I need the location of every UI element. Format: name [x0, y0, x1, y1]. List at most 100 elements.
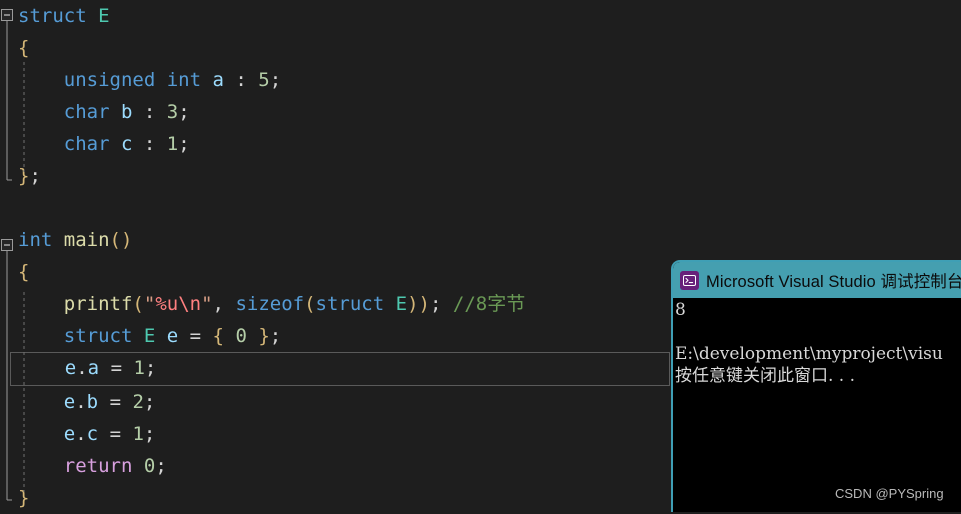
code-token: 1 — [133, 357, 145, 379]
code-line[interactable]: char b : 3; — [0, 96, 961, 128]
code-line-text: char b : 3; — [18, 96, 190, 128]
console-titlebar[interactable]: Microsoft Visual Studio 调试控制台 — [673, 262, 961, 298]
code-token: = — [98, 391, 133, 413]
code-line-text: e.b = 2; — [18, 386, 156, 418]
code-token: e — [63, 391, 76, 413]
code-token: ; — [143, 423, 156, 445]
code-token: E — [143, 325, 156, 347]
code-token: //8字节 — [452, 293, 526, 315]
code-token: ; — [143, 391, 156, 413]
code-token: } — [246, 325, 270, 347]
code-token: { — [18, 261, 30, 283]
code-token: main — [63, 229, 110, 251]
code-token: e — [166, 325, 179, 347]
code-token: 0 — [143, 455, 156, 477]
code-token: " — [143, 293, 156, 315]
code-token: () — [109, 229, 133, 251]
code-token: ( — [304, 293, 316, 315]
code-token: 0 — [235, 325, 247, 347]
code-line-text: struct E — [18, 0, 110, 32]
code-token: e — [64, 357, 77, 379]
code-token: ; — [429, 293, 442, 315]
console-output-line: E:\development\myproject\visu — [675, 344, 943, 364]
code-token: c — [86, 423, 99, 445]
code-token: printf — [63, 293, 133, 315]
code-line-text: }; — [18, 160, 41, 192]
code-line-text: } — [18, 482, 29, 514]
code-token: struct — [63, 325, 133, 347]
code-line-text: { — [18, 256, 29, 288]
code-token: \n — [178, 293, 202, 315]
code-line-text: e.c = 1; — [18, 418, 156, 450]
code-line-text: unsigned int a : 5; — [18, 64, 281, 96]
code-token: 5 — [258, 69, 270, 91]
code-line-text: printf("%u\n", sizeof(struct E)); //8字节 — [18, 288, 525, 320]
code-token: int — [18, 229, 53, 251]
code-token: 1 — [166, 133, 179, 155]
code-token: int — [166, 69, 202, 91]
code-line[interactable] — [0, 192, 961, 224]
code-line[interactable]: char c : 1; — [0, 128, 961, 160]
code-line[interactable]: struct E — [0, 0, 961, 32]
console-output[interactable]: 8 E:\development\myproject\visu 按任意键关闭此窗口… — [673, 298, 961, 512]
code-line-text: { — [18, 32, 29, 64]
code-token: b — [120, 101, 133, 123]
console-app-icon — [680, 270, 699, 290]
code-line[interactable]: unsigned int a : 5; — [0, 64, 961, 96]
code-token: ( — [132, 293, 144, 315]
code-token: a — [212, 69, 224, 91]
code-token: ; — [29, 165, 41, 187]
code-line-text: return 0; — [18, 450, 167, 482]
code-line-text: int main() — [18, 224, 132, 256]
screenshot-root: struct E { unsigned int a : 5; char b : 3… — [0, 0, 961, 512]
code-token: . — [76, 357, 88, 379]
code-token: 3 — [166, 101, 179, 123]
code-token: : — [132, 101, 167, 123]
code-token: E — [395, 293, 408, 315]
console-output-line: 按任意键关闭此窗口. . . — [675, 366, 856, 386]
console-window[interactable]: Microsoft Visual Studio 调试控制台 8 E:\devel… — [671, 260, 961, 512]
code-token: , — [212, 293, 236, 315]
code-token: : — [132, 133, 167, 155]
code-line[interactable]: { — [0, 32, 961, 64]
code-token: c — [120, 133, 133, 155]
code-token: b — [86, 391, 99, 413]
code-token: ; — [178, 133, 190, 155]
code-line-text: e.a = 1; — [19, 352, 157, 384]
code-token: char — [63, 101, 110, 123]
code-line[interactable]: }; — [0, 160, 961, 192]
code-token: e — [63, 423, 76, 445]
console-output-line: 8 — [675, 300, 686, 320]
code-token: : — [223, 69, 259, 91]
code-token: struct — [18, 5, 87, 27]
code-line[interactable]: e.a = 1; — [10, 352, 670, 386]
code-line[interactable]: int main() — [0, 224, 961, 256]
code-token: 1 — [132, 423, 144, 445]
code-token: { — [212, 325, 236, 347]
code-token: . — [75, 391, 87, 413]
code-token: E — [98, 5, 110, 27]
code-token: } — [18, 487, 30, 509]
code-token: return — [63, 455, 133, 477]
code-token: = — [178, 325, 213, 347]
code-token: . — [75, 423, 87, 445]
code-token: ; — [178, 101, 190, 123]
code-token: %u — [155, 293, 179, 315]
code-token: ; — [155, 455, 167, 477]
